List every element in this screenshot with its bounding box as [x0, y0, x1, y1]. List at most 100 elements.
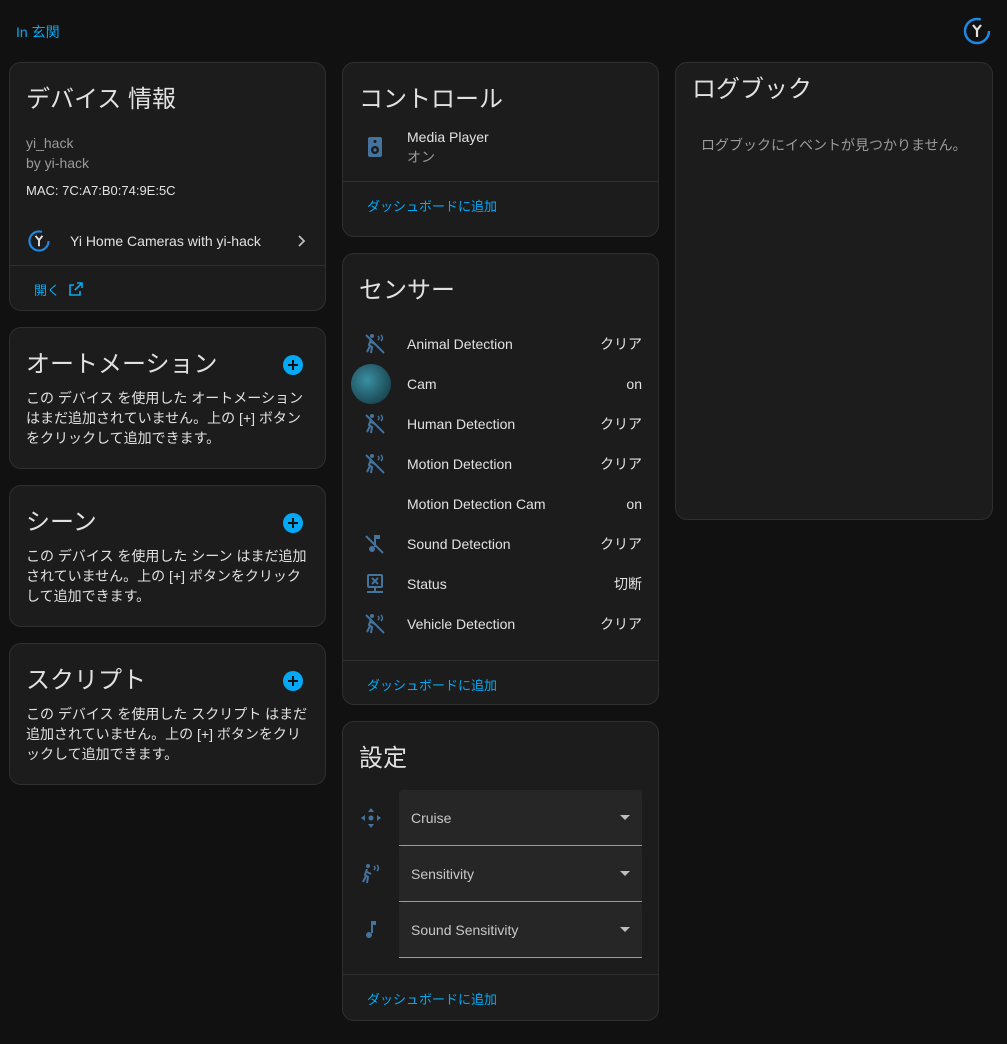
- speaker-icon: [359, 131, 391, 163]
- lan-disconnect-icon: [359, 568, 391, 600]
- settings-list: Cruise Sensitivity Sound Sensitivity: [343, 790, 658, 958]
- automations-card: オートメーション この デバイス を使用した オートメーション はまだ追加されて…: [9, 327, 326, 469]
- automations-empty-text: この デバイス を使用した オートメーション はまだ追加されていません。上の […: [26, 390, 303, 446]
- sensor-list: Animal Detection クリア Cam on Human Detection ク…: [343, 324, 658, 644]
- card-actions: ダッシュボードに追加: [343, 661, 658, 707]
- device-info-title: デバイス 情報: [26, 86, 176, 113]
- scenes-card: シーン この デバイス を使用した シーン はまだ追加されていません。上の [+…: [9, 485, 326, 627]
- sensor-state: クリア: [600, 616, 642, 632]
- dropdown-caret-icon: [620, 815, 630, 820]
- sensor-state: クリア: [600, 536, 642, 552]
- setting-label: Sound Sensitivity: [411, 921, 519, 938]
- controls-card: コントロール Media Player オン ダッシュボードに追加: [342, 62, 659, 237]
- area-link[interactable]: In 玄関: [16, 22, 60, 42]
- motion-sensor-off-icon: [359, 608, 391, 640]
- column-right: ログブック ログブックにイベントが見つかりません。: [675, 62, 993, 536]
- automations-title: オートメーション: [26, 351, 218, 378]
- open-in-new-icon: [69, 282, 83, 296]
- scripts-card: スクリプト この デバイス を使用した スクリプト はまだ追加されていません。上…: [9, 643, 326, 785]
- sensor-name: Cam: [407, 376, 437, 392]
- sensor-name: Motion Detection Cam: [407, 496, 546, 512]
- device-model: yi_hack: [26, 135, 74, 151]
- sensor-row[interactable]: Motion Detection クリア: [343, 444, 658, 484]
- setting-label: Sensitivity: [411, 865, 475, 882]
- logbook-empty-text: ログブックにイベントが見つかりません。: [701, 137, 967, 153]
- blank-icon: [359, 488, 391, 520]
- sensor-name: Motion Detection: [407, 456, 513, 472]
- setting-select[interactable]: Cruise: [399, 790, 642, 846]
- motion-sensor-icon: [359, 858, 383, 890]
- entity-name: Media Player: [407, 129, 489, 145]
- avatar: [351, 364, 391, 404]
- setting-select[interactable]: Sensitivity: [399, 846, 642, 902]
- add-script-button[interactable]: [283, 671, 303, 691]
- column-middle: コントロール Media Player オン ダッシュボードに追加 センサー A…: [342, 62, 659, 1037]
- add-to-dashboard-button[interactable]: ダッシュボードに追加: [367, 196, 497, 215]
- sensor-name: Status: [407, 576, 447, 592]
- sensor-name: Sound Detection: [407, 536, 511, 552]
- sensor-state: 切断: [614, 576, 642, 592]
- scripts-title: スクリプト: [26, 667, 146, 694]
- sensor-name: Vehicle Detection: [407, 616, 516, 632]
- motion-sensor-off-icon: [359, 448, 391, 480]
- open-button[interactable]: 開く: [34, 280, 84, 299]
- music-note-off-icon: [359, 528, 391, 560]
- logbook-card: ログブック ログブックにイベントが見つかりません。: [675, 62, 993, 520]
- scenes-title: シーン: [26, 509, 97, 536]
- sensor-row[interactable]: Sound Detection クリア: [343, 524, 658, 564]
- scenes-empty-text: この デバイス を使用した シーン はまだ追加されていません。上の [+] ボタ…: [26, 548, 307, 604]
- sensor-state: クリア: [600, 456, 642, 472]
- sensor-row[interactable]: Vehicle Detection クリア: [343, 604, 658, 644]
- dropdown-caret-icon: [620, 927, 630, 932]
- yi-logo-icon: [28, 230, 50, 252]
- card-actions: 開く: [10, 266, 325, 312]
- device-manufacturer: by yi-hack: [26, 155, 90, 171]
- entity-row-media-player[interactable]: Media Player オン: [343, 125, 658, 169]
- entity-state: オン: [407, 149, 435, 165]
- sensor-name: Human Detection: [407, 416, 516, 432]
- sensor-row[interactable]: Human Detection クリア: [343, 404, 658, 444]
- camera-thumbnail: [351, 364, 391, 404]
- sensor-row[interactable]: Status 切断: [343, 564, 658, 604]
- entity-text: Media Player オン: [407, 127, 642, 167]
- card-actions: ダッシュボードに追加: [343, 182, 658, 228]
- add-to-dashboard-button[interactable]: ダッシュボードに追加: [367, 989, 497, 1008]
- chevron-right-icon: [298, 235, 306, 247]
- integration-row[interactable]: Yi Home Cameras with yi-hack: [10, 217, 325, 265]
- plus-icon: [288, 676, 298, 686]
- dropdown-caret-icon: [620, 871, 630, 876]
- settings-card: 設定 Cruise Sensitivity Sound Sensitivity ダッ…: [342, 721, 659, 1021]
- setting-row: Cruise: [343, 790, 658, 846]
- setting-select[interactable]: Sound Sensitivity: [399, 902, 642, 958]
- sensor-row[interactable]: Motion Detection Cam on: [343, 484, 658, 524]
- sensor-state: クリア: [600, 336, 642, 352]
- settings-title: 設定: [359, 745, 407, 772]
- setting-row: Sensitivity: [343, 846, 658, 902]
- device-mac: MAC: 7C:A7:B0:74:9E:5C: [26, 183, 176, 198]
- motion-sensor-off-icon: [359, 328, 391, 360]
- setting-label: Cruise: [411, 809, 452, 826]
- column-left: デバイス 情報 yi_hack by yi-hack MAC: 7C:A7:B0…: [9, 62, 326, 801]
- sensors-title: センサー: [359, 277, 455, 304]
- sensor-row[interactable]: Cam on: [343, 364, 658, 404]
- logbook-title: ログブック: [692, 76, 812, 103]
- device-info-card: デバイス 情報 yi_hack by yi-hack MAC: 7C:A7:B0…: [9, 62, 326, 311]
- add-scene-button[interactable]: [283, 513, 303, 533]
- plus-icon: [288, 518, 298, 528]
- add-automation-button[interactable]: [283, 355, 303, 375]
- sensor-state: on: [626, 496, 642, 512]
- controls-title: コントロール: [359, 86, 503, 113]
- sensor-name: Animal Detection: [407, 336, 513, 352]
- setting-row: Sound Sensitivity: [343, 902, 658, 958]
- sensors-card: センサー Animal Detection クリア Cam on Human Detec…: [342, 253, 659, 705]
- yi-logo-icon[interactable]: [962, 16, 992, 46]
- open-label: 開く: [34, 282, 61, 298]
- sensor-state: on: [626, 376, 642, 392]
- move-arrows-icon: [359, 802, 383, 834]
- card-actions: ダッシュボードに追加: [343, 975, 658, 1021]
- integration-label: Yi Home Cameras with yi-hack: [70, 233, 261, 249]
- sensor-row[interactable]: Animal Detection クリア: [343, 324, 658, 364]
- music-note-icon: [359, 914, 383, 946]
- plus-icon: [288, 360, 298, 370]
- add-to-dashboard-button[interactable]: ダッシュボードに追加: [367, 675, 497, 694]
